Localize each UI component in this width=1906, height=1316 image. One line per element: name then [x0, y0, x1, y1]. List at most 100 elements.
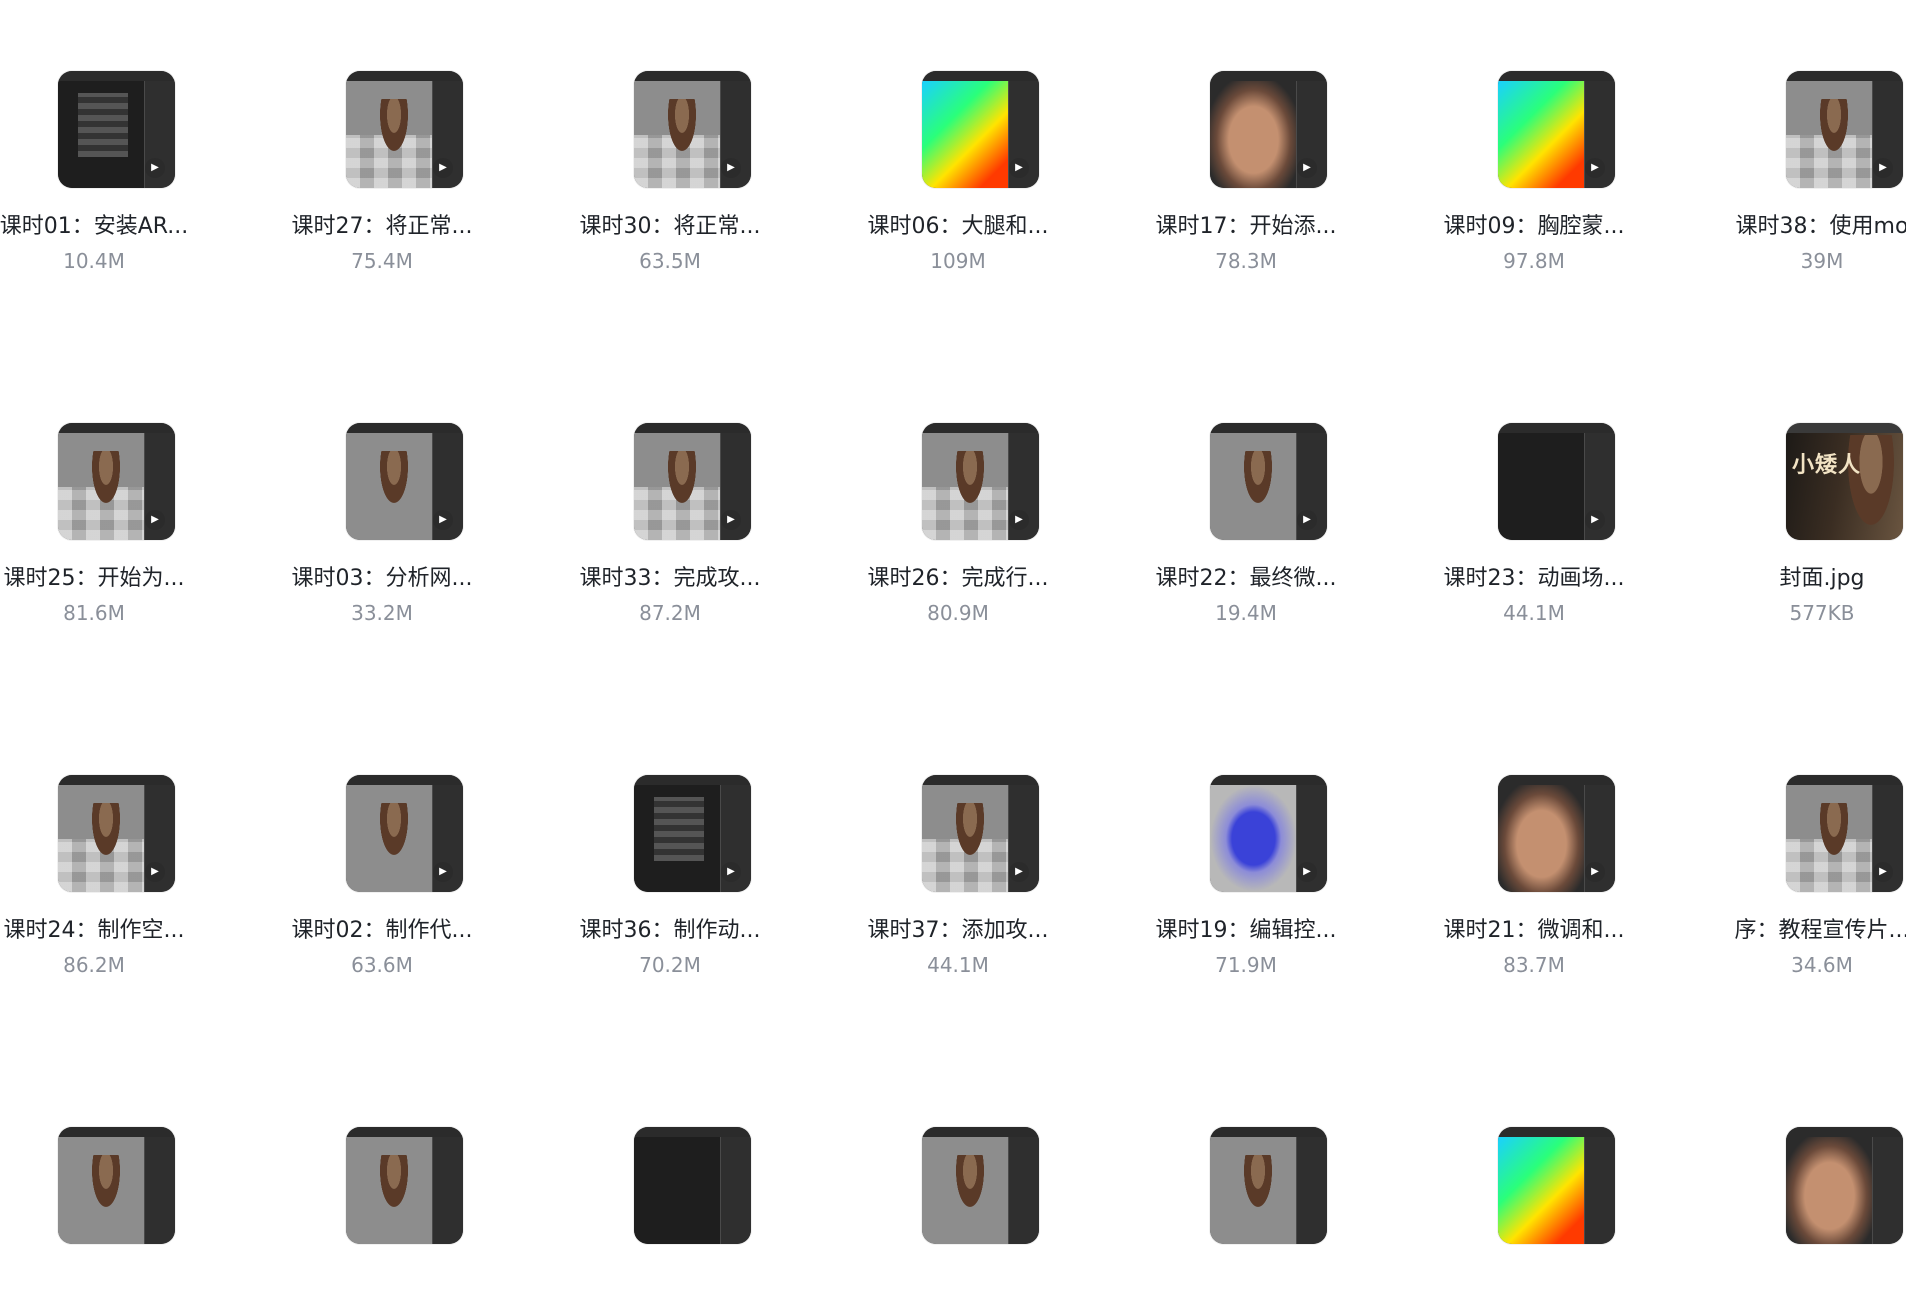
video-thumbnail[interactable]: ▶ [922, 423, 1039, 540]
file-item[interactable]: ▶ 课时03：分析网... 33.2M [238, 352, 526, 625]
file-item[interactable]: 小矮人 封面.jpg 577KB [1678, 352, 1906, 625]
file-item[interactable]: ▶ 课时17：开始添... 78.3M [1102, 0, 1390, 273]
file-item[interactable] [1390, 1056, 1678, 1316]
video-thumbnail[interactable]: ▶ [922, 775, 1039, 892]
file-item[interactable]: ▶ 课时37：添加攻... 44.1M [814, 704, 1102, 977]
file-item[interactable] [0, 1056, 238, 1316]
file-name: 课时17：开始添... [1155, 214, 1337, 239]
file-name: 课时25：开始为... [3, 566, 185, 591]
file-name: 课时38：使用mo [1735, 214, 1906, 239]
video-thumbnail[interactable]: ▶ [1210, 775, 1327, 892]
file-size: 10.4M [63, 249, 125, 273]
video-thumbnail[interactable] [634, 1127, 751, 1244]
file-item[interactable]: ▶ 课时02：制作代... 63.6M [238, 704, 526, 977]
file-size: 80.9M [927, 601, 989, 625]
file-item[interactable]: ▶ 课时38：使用mo 39M [1678, 0, 1906, 273]
file-name: 课时01：安装AR... [0, 214, 189, 239]
file-size: 78.3M [1215, 249, 1277, 273]
video-thumbnail[interactable] [58, 1127, 175, 1244]
file-name: 课时26：完成行... [867, 566, 1049, 591]
file-item[interactable] [526, 1056, 814, 1316]
video-thumbnail[interactable]: ▶ [58, 423, 175, 540]
file-name: 课时02：制作代... [291, 918, 473, 943]
file-name: 课时37：添加攻... [867, 918, 1049, 943]
file-item[interactable]: ▶ 课时33：完成攻... 87.2M [526, 352, 814, 625]
file-size: 97.8M [1503, 249, 1565, 273]
file-item[interactable] [1678, 1056, 1906, 1316]
file-size: 86.2M [63, 953, 125, 977]
video-thumbnail[interactable]: ▶ [346, 775, 463, 892]
video-thumbnail[interactable] [1786, 1127, 1903, 1244]
file-item[interactable] [1102, 1056, 1390, 1316]
play-icon: ▶ [433, 862, 453, 882]
file-name: 课时24：制作空... [3, 918, 185, 943]
play-icon: ▶ [1585, 158, 1605, 178]
image-thumbnail[interactable]: 小矮人 [1786, 423, 1903, 540]
play-icon: ▶ [1009, 510, 1029, 530]
file-item[interactable]: ▶ 课时25：开始为... 81.6M [0, 352, 238, 625]
video-thumbnail[interactable]: ▶ [922, 71, 1039, 188]
file-item[interactable]: ▶ 课时27：将正常... 75.4M [238, 0, 526, 273]
video-thumbnail[interactable]: ▶ [58, 775, 175, 892]
file-size: 44.1M [1503, 601, 1565, 625]
file-size: 81.6M [63, 601, 125, 625]
video-thumbnail[interactable]: ▶ [1786, 71, 1903, 188]
video-thumbnail[interactable]: ▶ [346, 71, 463, 188]
file-size: 63.6M [351, 953, 413, 977]
file-item[interactable]: ▶ 课时09：胸腔蒙... 97.8M [1390, 0, 1678, 273]
video-thumbnail[interactable]: ▶ [346, 423, 463, 540]
video-thumbnail[interactable]: ▶ [634, 423, 751, 540]
video-thumbnail[interactable]: ▶ [1210, 423, 1327, 540]
video-thumbnail[interactable]: ▶ [634, 71, 751, 188]
file-item[interactable]: ▶ 课时19：编辑控... 71.9M [1102, 704, 1390, 977]
video-thumbnail[interactable]: ▶ [1498, 423, 1615, 540]
video-thumbnail[interactable]: ▶ [1786, 775, 1903, 892]
video-thumbnail[interactable]: ▶ [1498, 71, 1615, 188]
video-thumbnail[interactable] [346, 1127, 463, 1244]
play-icon: ▶ [721, 158, 741, 178]
file-name: 课时03：分析网... [291, 566, 473, 591]
video-thumbnail[interactable]: ▶ [58, 71, 175, 188]
file-item[interactable]: ▶ 课时21：微调和... 83.7M [1390, 704, 1678, 977]
video-thumbnail[interactable]: ▶ [1210, 71, 1327, 188]
file-item[interactable]: ▶ 课时06：大腿和... 109M [814, 0, 1102, 273]
play-icon: ▶ [145, 158, 165, 178]
file-item[interactable]: ▶ 课时30：将正常... 63.5M [526, 0, 814, 273]
play-icon: ▶ [433, 510, 453, 530]
file-item[interactable]: ▶ 课时01：安装AR... 10.4M [0, 0, 238, 273]
file-size: 70.2M [639, 953, 701, 977]
file-name: 课时27：将正常... [291, 214, 473, 239]
video-thumbnail[interactable]: ▶ [1498, 775, 1615, 892]
video-thumbnail[interactable]: ▶ [634, 775, 751, 892]
file-item[interactable]: ▶ 课时26：完成行... 80.9M [814, 352, 1102, 625]
file-name: 课时21：微调和... [1443, 918, 1625, 943]
file-size: 33.2M [351, 601, 413, 625]
file-item[interactable] [814, 1056, 1102, 1316]
file-name: 课时36：制作动... [579, 918, 761, 943]
file-size: 75.4M [351, 249, 413, 273]
file-item[interactable] [238, 1056, 526, 1316]
play-icon: ▶ [1297, 158, 1317, 178]
play-icon: ▶ [145, 862, 165, 882]
play-icon: ▶ [1585, 510, 1605, 530]
play-icon: ▶ [721, 862, 741, 882]
cover-title: 小矮人 [1792, 452, 1862, 478]
video-thumbnail[interactable] [1210, 1127, 1327, 1244]
play-icon: ▶ [1585, 862, 1605, 882]
file-item[interactable]: ▶ 课时36：制作动... 70.2M [526, 704, 814, 977]
file-item[interactable]: ▶ 课时23：动画场... 44.1M [1390, 352, 1678, 625]
file-item[interactable]: ▶ 课时22：最终微... 19.4M [1102, 352, 1390, 625]
video-thumbnail[interactable] [922, 1127, 1039, 1244]
play-icon: ▶ [1873, 158, 1893, 178]
video-thumbnail[interactable] [1498, 1127, 1615, 1244]
play-icon: ▶ [1873, 862, 1893, 882]
play-icon: ▶ [1009, 158, 1029, 178]
file-size: 44.1M [927, 953, 989, 977]
file-name: 序：教程宣传片... [1734, 918, 1906, 943]
play-icon: ▶ [721, 510, 741, 530]
file-size: 83.7M [1503, 953, 1565, 977]
file-size: 109M [930, 249, 986, 273]
file-item[interactable]: ▶ 序：教程宣传片... 34.6M [1678, 704, 1906, 977]
file-size: 87.2M [639, 601, 701, 625]
file-item[interactable]: ▶ 课时24：制作空... 86.2M [0, 704, 238, 977]
